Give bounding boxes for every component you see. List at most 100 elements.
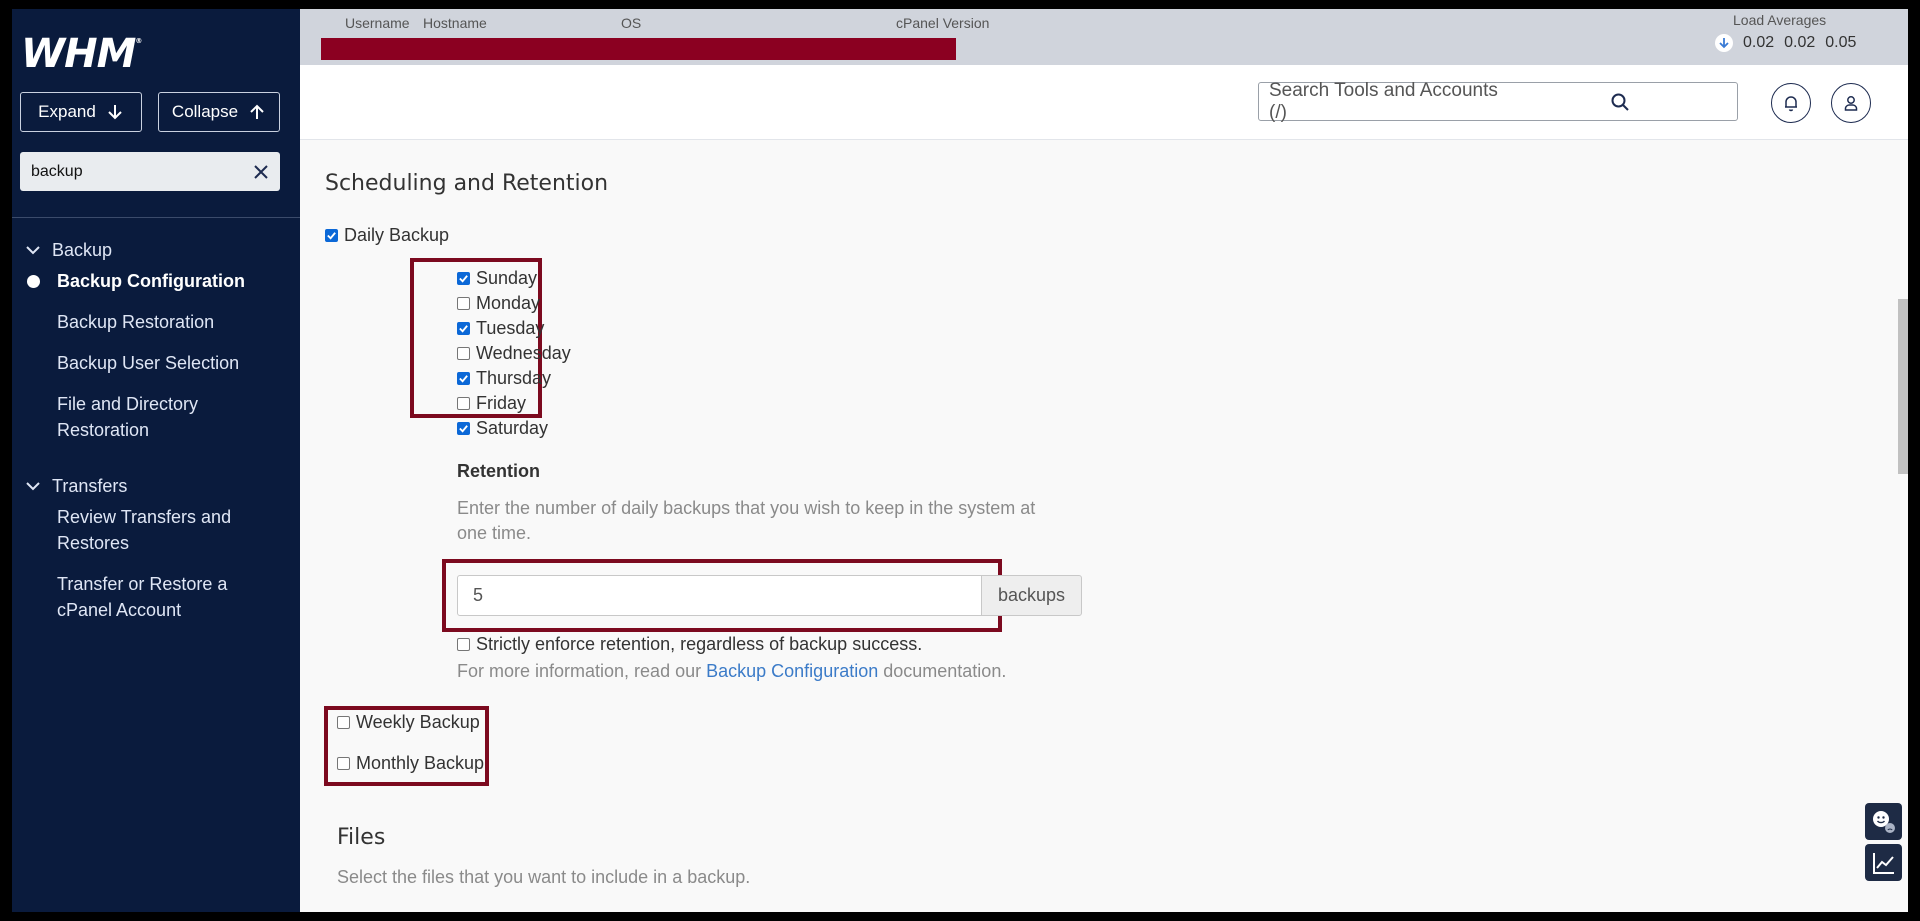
load-15min: 0.05 xyxy=(1825,34,1857,51)
close-icon xyxy=(254,164,268,179)
page-header: Search Tools and Accounts (/) xyxy=(300,65,1908,140)
analytics-button[interactable] xyxy=(1865,844,1902,881)
header-cpanel-version: cPanel Version xyxy=(896,15,990,31)
day-friday-row[interactable]: Friday xyxy=(457,393,526,414)
day-sunday-row[interactable]: Sunday xyxy=(457,268,537,289)
arrow-up-icon xyxy=(250,104,264,119)
retention-title: Retention xyxy=(457,461,540,481)
retention-count-input[interactable]: 5 xyxy=(457,575,982,616)
more-info-suffix: documentation. xyxy=(883,661,1007,681)
chevron-down-icon xyxy=(26,482,40,491)
retention-help-line-2: one time. xyxy=(457,523,532,543)
load-5min: 0.02 xyxy=(1784,34,1816,51)
day-saturday-row[interactable]: Saturday xyxy=(457,418,548,439)
sidebar-item-review-transfers[interactable]: Review Transfers and Restores xyxy=(57,504,257,556)
sidebar-search-input[interactable]: backup xyxy=(20,152,280,191)
page-scrollbar[interactable] xyxy=(1898,299,1908,474)
files-help-text: Select the files that you want to includ… xyxy=(337,867,751,887)
day-wednesday-row[interactable]: Wednesday xyxy=(457,343,571,364)
day-tuesday-checkbox[interactable] xyxy=(457,322,470,335)
load-averages: 0.02 0.02 0.05 xyxy=(1715,34,1856,52)
header-username: Username xyxy=(345,15,410,31)
chevron-down-icon xyxy=(26,246,40,255)
day-label: Saturday xyxy=(476,418,549,438)
load-averages-title: Load Averages xyxy=(1733,12,1827,28)
day-label: Monday xyxy=(476,293,541,313)
load-1min: 0.02 xyxy=(1743,34,1775,51)
header-hostname: Hostname xyxy=(423,15,487,31)
active-indicator-dot xyxy=(27,275,40,288)
sidebar-section-label: Backup xyxy=(52,239,113,260)
monthly-backup-label: Monthly Backup xyxy=(356,753,485,773)
bell-icon xyxy=(1785,96,1797,112)
sidebar-divider xyxy=(12,217,300,218)
monthly-backup-checkbox[interactable] xyxy=(337,757,350,770)
monthly-backup-row[interactable]: Monthly Backup xyxy=(337,753,484,774)
day-thursday-checkbox[interactable] xyxy=(457,372,470,385)
user-menu-button[interactable] xyxy=(1831,83,1871,123)
sidebar-section-transfers[interactable]: Transfers xyxy=(25,473,127,499)
header-os: OS xyxy=(621,15,642,31)
arrow-down-icon xyxy=(1715,34,1733,52)
day-thursday-row[interactable]: Thursday xyxy=(457,368,551,389)
whm-logo[interactable]: WHM® xyxy=(21,31,142,77)
notifications-button[interactable] xyxy=(1771,83,1811,123)
scheduling-retention-title: Scheduling and Retention xyxy=(325,171,609,196)
logo-text: WHM xyxy=(21,31,136,77)
redacted-server-info xyxy=(321,38,956,60)
tools-search-input[interactable]: Search Tools and Accounts (/) xyxy=(1258,79,1738,123)
server-info-bar: Username Hostname OS cPanel Version Load… xyxy=(300,9,1908,65)
search-icon[interactable] xyxy=(1503,92,1737,112)
clear-search-button[interactable] xyxy=(242,152,280,191)
day-tuesday-row[interactable]: Tuesday xyxy=(457,318,544,339)
day-label: Wednesday xyxy=(476,343,571,363)
more-info-text: For more information, read our Backup Co… xyxy=(457,659,1006,684)
retention-unit-addon: backups xyxy=(981,575,1082,616)
backup-configuration-doc-link[interactable]: Backup Configuration xyxy=(706,661,878,681)
daily-backup-checkbox-row[interactable]: Daily Backup xyxy=(325,225,449,246)
day-label: Sunday xyxy=(476,268,538,288)
whm-window: WHM® Expand Collapse backup Backup Backu… xyxy=(12,9,1908,912)
arrow-down-icon xyxy=(108,105,122,120)
sidebar-item-file-directory-restoration[interactable]: File and Directory Restoration xyxy=(57,391,237,443)
user-icon xyxy=(1844,96,1858,111)
sidebar-item-backup-configuration[interactable]: Backup Configuration xyxy=(57,268,287,294)
day-monday-row[interactable]: Monday xyxy=(457,293,540,314)
main-content: Scheduling and Retention Daily Backup Su… xyxy=(300,140,1880,912)
feedback-button[interactable] xyxy=(1865,803,1902,840)
chart-trend-icon xyxy=(1872,852,1894,874)
more-info-prefix: For more information, read our xyxy=(457,661,702,681)
sidebar-search-value: backup xyxy=(31,162,83,180)
collapse-label: Collapse xyxy=(171,102,239,121)
files-title: Files xyxy=(337,825,386,850)
sidebar-item-backup-user-selection[interactable]: Backup User Selection xyxy=(57,350,287,376)
weekly-backup-checkbox[interactable] xyxy=(337,716,350,729)
daily-backup-checkbox[interactable] xyxy=(325,229,338,242)
sidebar-section-label: Transfers xyxy=(52,475,128,496)
feedback-faces-icon xyxy=(1872,810,1895,833)
day-monday-checkbox[interactable] xyxy=(457,297,470,310)
day-label: Tuesday xyxy=(476,318,545,338)
daily-backup-label: Daily Backup xyxy=(344,225,450,245)
day-label: Friday xyxy=(476,393,527,413)
sidebar-item-transfer-restore-account[interactable]: Transfer or Restore a cPanel Account xyxy=(57,571,257,623)
strict-retention-checkbox[interactable] xyxy=(457,638,470,651)
logo-registered-mark: ® xyxy=(135,37,142,45)
search-placeholder: Search Tools and Accounts (/) xyxy=(1269,79,1498,123)
expand-button[interactable]: Expand xyxy=(20,92,142,132)
day-label: Thursday xyxy=(476,368,552,388)
sidebar-section-backup[interactable]: Backup xyxy=(25,237,112,263)
retention-help-line-1: Enter the number of daily backups that y… xyxy=(457,498,1036,518)
weekly-backup-label: Weekly Backup xyxy=(356,712,480,732)
weekly-backup-row[interactable]: Weekly Backup xyxy=(337,712,480,733)
day-wednesday-checkbox[interactable] xyxy=(457,347,470,360)
collapse-button[interactable]: Collapse xyxy=(158,92,280,132)
sidebar: WHM® Expand Collapse backup Backup Backu… xyxy=(12,9,300,912)
day-sunday-checkbox[interactable] xyxy=(457,272,470,285)
day-friday-checkbox[interactable] xyxy=(457,397,470,410)
strict-retention-label: Strictly enforce retention, regardless o… xyxy=(476,634,923,654)
day-saturday-checkbox[interactable] xyxy=(457,422,470,435)
expand-label: Expand xyxy=(38,102,96,121)
sidebar-item-backup-restoration[interactable]: Backup Restoration xyxy=(57,309,287,335)
strict-retention-row[interactable]: Strictly enforce retention, regardless o… xyxy=(457,634,922,655)
